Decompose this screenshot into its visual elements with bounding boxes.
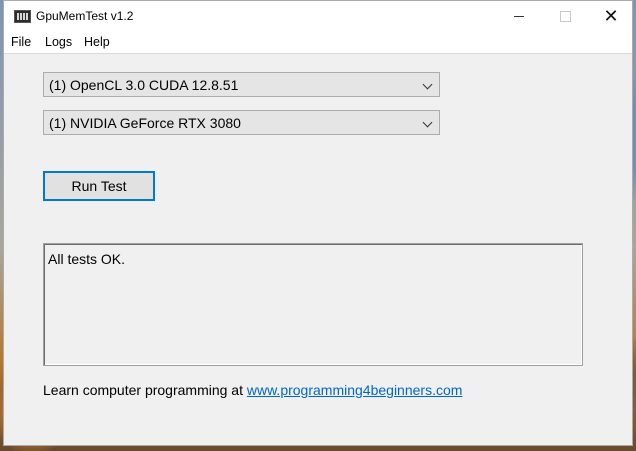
- footer: Learn computer programming at www.progra…: [43, 382, 462, 398]
- menu-logs[interactable]: Logs: [45, 35, 72, 49]
- platform-select-value: (1) OpenCL 3.0 CUDA 12.8.51: [49, 77, 239, 93]
- gpu-card-icon: [14, 10, 31, 23]
- device-select[interactable]: (1) NVIDIA GeForce RTX 3080: [43, 110, 440, 135]
- chevron-down-icon: [422, 79, 433, 90]
- run-test-button[interactable]: Run Test: [43, 171, 155, 201]
- footer-text: Learn computer programming at: [43, 382, 247, 398]
- window-title: GpuMemTest v1.2: [36, 9, 134, 23]
- menu-help[interactable]: Help: [84, 35, 110, 49]
- minimize-icon: [514, 16, 524, 17]
- menu-bar: File Logs Help: [4, 32, 632, 54]
- close-icon: ✕: [603, 5, 619, 27]
- chevron-down-icon: [422, 117, 433, 128]
- output-log[interactable]: All tests OK.: [43, 243, 583, 366]
- close-button[interactable]: ✕: [588, 1, 634, 32]
- output-text: All tests OK.: [48, 251, 126, 267]
- title-bar[interactable]: GpuMemTest v1.2 ✕: [4, 1, 632, 32]
- maximize-icon: [559, 11, 571, 22]
- maximize-button[interactable]: [542, 1, 588, 32]
- minimize-button[interactable]: [496, 1, 542, 32]
- app-window: GpuMemTest v1.2 ✕ File Logs Help (1) Ope…: [3, 0, 633, 446]
- device-select-value: (1) NVIDIA GeForce RTX 3080: [49, 115, 241, 131]
- platform-select[interactable]: (1) OpenCL 3.0 CUDA 12.8.51: [43, 72, 440, 97]
- menu-file[interactable]: File: [11, 35, 31, 49]
- footer-link[interactable]: www.programming4beginners.com: [247, 382, 463, 398]
